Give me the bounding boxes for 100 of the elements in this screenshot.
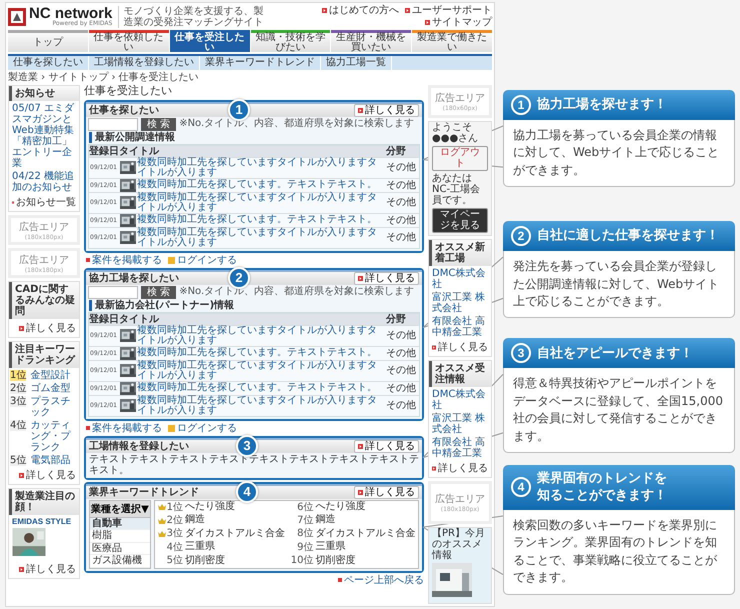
category-cell-text: その他 xyxy=(386,348,417,359)
company-link[interactable]: DMC株式会社 xyxy=(429,268,491,290)
action-link[interactable]: ログインする xyxy=(168,422,237,434)
company-link[interactable]: DMC株式会社 xyxy=(429,389,491,412)
more-link[interactable]: 詳しく見る xyxy=(429,340,491,354)
more-button[interactable]: 詳しく見る xyxy=(354,272,419,285)
action-link[interactable]: ログインする xyxy=(168,254,237,266)
keyword-link[interactable]: 金型設計 xyxy=(27,370,74,381)
category-cell-text: その他 xyxy=(386,162,417,174)
company-link[interactable]: 有限会社 高中精金工業 xyxy=(429,316,491,338)
news-item[interactable]: 05/07 エミダスマガジンとWeb連動特集「精密加工」エントリー企業 xyxy=(9,103,79,169)
rank-label: 5位 xyxy=(10,455,26,466)
keyword-cell-text: へたり強度 xyxy=(185,502,236,513)
industry-picker[interactable]: 業種を選択▼ xyxy=(90,500,150,518)
tagline: モノづくり企業を支援する、製造業の受発注マッチングサイト xyxy=(118,6,268,28)
nav-tab[interactable]: トップ xyxy=(8,30,88,52)
listing-link[interactable]: 複数同時加工先を探していますタイトルが入りますタイトルが入ります xyxy=(137,158,385,178)
number-badge: 2 xyxy=(228,266,250,289)
more-link[interactable]: お知らせ一覧 xyxy=(9,195,79,209)
ad-title: 広告エリア xyxy=(19,220,69,234)
category-cell-text: その他 xyxy=(386,382,417,394)
company-link[interactable]: 富沢工業 株式会社 xyxy=(429,292,491,314)
nav-tab[interactable]: 製造業で働きたい xyxy=(412,30,492,52)
rank-label: 4位 xyxy=(10,420,26,431)
listing-link[interactable]: 複数同時加工先を探しています。テキストテキスト。 xyxy=(137,180,377,190)
listing-link[interactable]: 複数同時加工先を探しています。テキストテキスト。 xyxy=(137,215,377,226)
action-link[interactable]: 案件を掲載する xyxy=(86,422,162,434)
action-link[interactable]: 案件を掲載する xyxy=(86,254,162,266)
more-link[interactable]: 詳しく見る xyxy=(429,461,491,476)
keyword-link[interactable]: 電気部品 xyxy=(27,455,74,466)
industry-item[interactable]: 医療品 xyxy=(90,542,150,556)
member-status: あなたはNC-工場会員です。 xyxy=(431,173,482,206)
section-title: 工場情報を登録したい xyxy=(89,440,189,452)
category-cell-text: その他 xyxy=(386,365,417,376)
listing-link[interactable]: 複数同時加工先を探していますタイトルが入りますタイトルが入ります xyxy=(137,326,385,346)
sub-nav-link[interactable]: 協力工場一覧 xyxy=(321,56,392,70)
listing-link[interactable]: 複数同時加工先を探していますタイトルが入りますタイトルが入ります xyxy=(137,192,385,213)
callout-number: 3 xyxy=(511,343,531,364)
rank-number: 1位 xyxy=(166,502,183,514)
rank-number: 7位 xyxy=(297,514,314,526)
callout-number: 1 xyxy=(511,95,531,115)
category-cell-text: その他 xyxy=(386,400,417,412)
more-button[interactable]: 詳しく見る xyxy=(354,104,419,117)
rank-number: 9位 xyxy=(297,542,314,554)
nav-tab[interactable]: 生産財・機械を買いたい xyxy=(331,30,412,52)
industry-item[interactable]: 樹脂 xyxy=(90,530,150,543)
more-button[interactable]: 詳しく見る xyxy=(354,440,419,453)
number-badge: 3 xyxy=(236,434,258,457)
header-link[interactable]: ユーザーサポート xyxy=(405,5,492,16)
keyword-cell-text: 切削密度 xyxy=(316,556,356,566)
nav-tab[interactable]: 仕事を受注したい xyxy=(170,30,250,52)
listing-link[interactable]: 複数同時加工先を探しています。テキストテキスト。 xyxy=(137,383,377,394)
header-link[interactable]: サイトマップ xyxy=(425,17,492,28)
nav-tab[interactable]: 仕事を依頼したい xyxy=(88,30,169,52)
column-header: 登録日 xyxy=(89,146,119,157)
keyword-link[interactable]: プラスチック xyxy=(27,396,78,418)
callout-title: 自社をアピールできます！ xyxy=(537,344,693,362)
company-link[interactable]: 有限会社 高中精金工業 xyxy=(429,437,491,460)
callout-text: 検索回数の多いキーワードを業界別にランキング。業界固有のトレンドを知ることで、事業戦略に役立てることができます。 xyxy=(503,510,735,595)
more-button[interactable]: 詳しく見る xyxy=(354,486,419,499)
mypage-button[interactable]: マイページを見る xyxy=(432,208,488,234)
column-header: タイトル xyxy=(119,146,160,157)
rank-number: 3位 xyxy=(166,528,183,540)
rank-number: 6位 xyxy=(297,502,314,514)
news-item[interactable]: 04/22 機能追加のお知らせ xyxy=(9,171,79,193)
industry-item[interactable]: 自動車 xyxy=(90,518,150,530)
listing-link[interactable]: 複数同時加工先を探していますタイトルが入りますタイトルが入ります xyxy=(137,228,385,248)
header-link[interactable]: はじめての方へ xyxy=(322,5,399,16)
section-title: 協力工場を探したい xyxy=(89,272,179,284)
more-link[interactable]: 詳しく見る xyxy=(9,468,79,482)
listing-link[interactable]: 複数同時加工先を探しています。テキストテキスト。 xyxy=(137,348,377,358)
listing-link[interactable]: 複数同時加工先を探していますタイトルが入りますタイトルが入ります xyxy=(137,360,385,381)
company-link[interactable]: 富沢工業 株式会社 xyxy=(429,413,491,436)
back-to-top-link[interactable]: ページ上部へ戻る xyxy=(338,574,424,586)
panel-title: オススメ新着工場 xyxy=(429,240,491,266)
keyword-link[interactable]: ゴム金型 xyxy=(27,383,74,394)
more-link[interactable]: 詳しく見る xyxy=(9,321,79,335)
search-button[interactable]: 検 索 xyxy=(141,118,176,131)
search-button[interactable]: 検 索 xyxy=(141,286,176,299)
column-header: 分野 xyxy=(386,146,407,157)
rank-number: 2位 xyxy=(166,514,183,526)
sub-nav-link[interactable]: 業界キーワードトレンド xyxy=(200,56,321,70)
listing-link[interactable]: 複数同時加工先を探していますタイトルが入りますタイトルが入ります xyxy=(137,396,385,416)
category-cell-text: その他 xyxy=(386,214,417,226)
panel-title: 【PR】今月のオススメ情報 xyxy=(430,528,486,561)
keyword-cell-text: へたり強度 xyxy=(316,502,366,513)
column-header: 分野 xyxy=(386,314,407,325)
logout-button[interactable]: ログアウト xyxy=(432,146,488,172)
sub-nav-link[interactable]: 仕事を探したい xyxy=(8,56,89,70)
nav-tab[interactable]: 知識・技術を学びたい xyxy=(250,30,330,52)
industry-item[interactable]: ガス設備機 xyxy=(90,555,150,568)
category-cell-text: その他 xyxy=(386,180,417,191)
keyword-cell-text: ダイカストアルミ合金 xyxy=(316,528,416,540)
sub-nav-link[interactable]: 工場情報を登録したい xyxy=(89,56,200,70)
keyword-link[interactable]: カッティング・プランク xyxy=(27,420,78,453)
callout-number: 4 xyxy=(511,477,531,498)
column-header: タイトル xyxy=(119,314,160,325)
more-link[interactable]: 詳しく見る xyxy=(9,562,79,576)
feature-brand[interactable]: EMIDAS STYLE xyxy=(9,517,79,526)
panel-title: CADに関するみんなの疑問 xyxy=(9,282,79,319)
